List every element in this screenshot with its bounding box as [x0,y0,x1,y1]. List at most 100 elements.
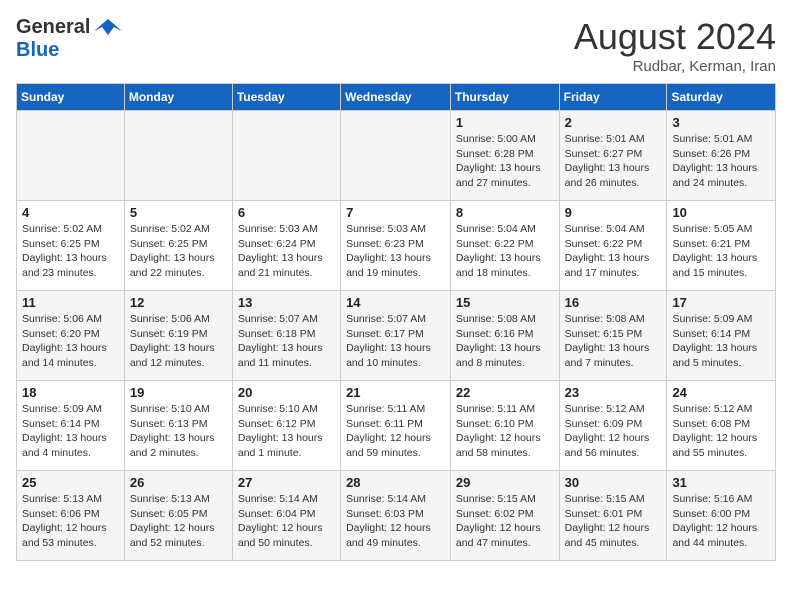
calendar-cell: 21 Sunrise: 5:11 AM Sunset: 6:11 PM Dayli… [341,381,451,471]
day-info: Sunrise: 5:09 AM Sunset: 6:14 PM Dayligh… [22,402,119,461]
day-number: 2 [565,115,662,130]
day-number: 16 [565,295,662,310]
day-info: Sunrise: 5:08 AM Sunset: 6:16 PM Dayligh… [456,312,554,371]
calendar-cell: 3Sunrise: 5:01 AM Sunset: 6:26 PM Daylig… [667,111,776,201]
calendar-cell: 1Sunrise: 5:00 AM Sunset: 6:28 PM Daylig… [450,111,559,201]
day-number: 18 [22,385,119,400]
day-info: Sunrise: 5:10 AM Sunset: 6:13 PM Dayligh… [130,402,227,461]
calendar-cell: 31 Sunrise: 5:16 AM Sunset: 6:00 PM Dayli… [667,471,776,561]
calendar-cell: 19 Sunrise: 5:10 AM Sunset: 6:13 PM Dayli… [124,381,232,471]
calendar-cell: 28Sunrise: 5:14 AM Sunset: 6:03 PM Dayli… [341,471,451,561]
calendar-table: SundayMondayTuesdayWednesdayThursdayFrid… [16,83,776,561]
day-info: Sunrise: 5:09 AM Sunset: 6:14 PM Dayligh… [672,312,770,371]
day-number: 23 [565,385,662,400]
calendar-subtitle: Rudbar, Kerman, Iran [574,58,776,75]
day-number: 19 [130,385,227,400]
header: General Blue August 2024 Rudbar, Kerman,… [16,16,776,75]
day-number: 15 [456,295,554,310]
day-number: 11 [22,295,119,310]
day-info: Sunrise: 5:04 AM Sunset: 6:22 PM Dayligh… [456,222,554,281]
calendar-cell [17,111,125,201]
day-info: Sunrise: 5:02 AM Sunset: 6:25 PM Dayligh… [130,222,227,281]
day-info: Sunrise: 5:08 AM Sunset: 6:15 PM Dayligh… [565,312,662,371]
calendar-cell: 14 Sunrise: 5:07 AM Sunset: 6:17 PM Dayli… [341,291,451,381]
day-info: Sunrise: 5:13 AM Sunset: 6:06 PM Dayligh… [22,492,119,551]
calendar-cell: 4 Sunrise: 5:02 AM Sunset: 6:25 PM Daylig… [17,201,125,291]
weekday-header-monday: Monday [124,84,232,111]
day-info: Sunrise: 5:02 AM Sunset: 6:25 PM Dayligh… [22,222,119,281]
calendar-cell: 29 Sunrise: 5:15 AM Sunset: 6:02 PM Dayli… [450,471,559,561]
day-number: 30 [565,475,662,490]
calendar-cell: 20 Sunrise: 5:10 AM Sunset: 6:12 PM Dayli… [232,381,340,471]
day-info: Sunrise: 5:12 AM Sunset: 6:09 PM Dayligh… [565,402,662,461]
weekday-header-tuesday: Tuesday [232,84,340,111]
day-info: Sunrise: 5:11 AM Sunset: 6:10 PM Dayligh… [456,402,554,461]
day-info: Sunrise: 5:10 AM Sunset: 6:12 PM Dayligh… [238,402,335,461]
calendar-cell: 9 Sunrise: 5:04 AM Sunset: 6:22 PM Daylig… [559,201,667,291]
day-info: Sunrise: 5:06 AM Sunset: 6:20 PM Dayligh… [22,312,119,371]
day-info: Sunrise: 5:05 AM Sunset: 6:21 PM Dayligh… [672,222,770,281]
calendar-week-row: 25 Sunrise: 5:13 AM Sunset: 6:06 PM Dayli… [17,471,776,561]
logo: General Blue [16,16,122,62]
day-info: Sunrise: 5:01 AM Sunset: 6:27 PM Dayligh… [565,132,662,191]
weekday-header-wednesday: Wednesday [341,84,451,111]
day-number: 29 [456,475,554,490]
calendar-cell: 16 Sunrise: 5:08 AM Sunset: 6:15 PM Dayli… [559,291,667,381]
day-number: 9 [565,205,662,220]
day-number: 4 [22,205,119,220]
calendar-cell: 24 Sunrise: 5:12 AM Sunset: 6:08 PM Dayli… [667,381,776,471]
calendar-cell: 12 Sunrise: 5:06 AM Sunset: 6:19 PM Dayli… [124,291,232,381]
calendar-cell: 7 Sunrise: 5:03 AM Sunset: 6:23 PM Daylig… [341,201,451,291]
day-number: 6 [238,205,335,220]
calendar-title: August 2024 [574,16,776,58]
day-number: 25 [22,475,119,490]
day-info: Sunrise: 5:06 AM Sunset: 6:19 PM Dayligh… [130,312,227,371]
day-number: 12 [130,295,227,310]
logo-bird-icon [94,17,122,39]
calendar-week-row: 1Sunrise: 5:00 AM Sunset: 6:28 PM Daylig… [17,111,776,201]
calendar-cell [124,111,232,201]
day-number: 8 [456,205,554,220]
calendar-cell: 15 Sunrise: 5:08 AM Sunset: 6:16 PM Dayli… [450,291,559,381]
day-number: 5 [130,205,227,220]
calendar-cell: 26Sunrise: 5:13 AM Sunset: 6:05 PM Dayli… [124,471,232,561]
day-info: Sunrise: 5:03 AM Sunset: 6:23 PM Dayligh… [346,222,445,281]
day-info: Sunrise: 5:12 AM Sunset: 6:08 PM Dayligh… [672,402,770,461]
calendar-cell: 11 Sunrise: 5:06 AM Sunset: 6:20 PM Dayli… [17,291,125,381]
title-area: August 2024 Rudbar, Kerman, Iran [574,16,776,75]
day-number: 13 [238,295,335,310]
day-number: 20 [238,385,335,400]
day-info: Sunrise: 5:14 AM Sunset: 6:04 PM Dayligh… [238,492,335,551]
day-number: 27 [238,475,335,490]
calendar-cell [341,111,451,201]
weekday-header-friday: Friday [559,84,667,111]
day-info: Sunrise: 5:04 AM Sunset: 6:22 PM Dayligh… [565,222,662,281]
day-number: 7 [346,205,445,220]
day-number: 24 [672,385,770,400]
day-number: 21 [346,385,445,400]
day-number: 28 [346,475,445,490]
calendar-week-row: 11 Sunrise: 5:06 AM Sunset: 6:20 PM Dayli… [17,291,776,381]
weekday-header-saturday: Saturday [667,84,776,111]
calendar-cell: 23 Sunrise: 5:12 AM Sunset: 6:09 PM Dayli… [559,381,667,471]
day-number: 14 [346,295,445,310]
day-info: Sunrise: 5:16 AM Sunset: 6:00 PM Dayligh… [672,492,770,551]
day-number: 31 [672,475,770,490]
day-info: Sunrise: 5:11 AM Sunset: 6:11 PM Dayligh… [346,402,445,461]
calendar-week-row: 4 Sunrise: 5:02 AM Sunset: 6:25 PM Daylig… [17,201,776,291]
calendar-cell: 22Sunrise: 5:11 AM Sunset: 6:10 PM Dayli… [450,381,559,471]
logo-blue-text: Blue [16,39,59,61]
weekday-header-row: SundayMondayTuesdayWednesdayThursdayFrid… [17,84,776,111]
calendar-week-row: 18 Sunrise: 5:09 AM Sunset: 6:14 PM Dayli… [17,381,776,471]
calendar-cell: 17Sunrise: 5:09 AM Sunset: 6:14 PM Dayli… [667,291,776,381]
day-info: Sunrise: 5:07 AM Sunset: 6:17 PM Dayligh… [346,312,445,371]
calendar-cell: 25 Sunrise: 5:13 AM Sunset: 6:06 PM Dayli… [17,471,125,561]
day-number: 1 [456,115,554,130]
calendar-cell: 30Sunrise: 5:15 AM Sunset: 6:01 PM Dayli… [559,471,667,561]
day-info: Sunrise: 5:07 AM Sunset: 6:18 PM Dayligh… [238,312,335,371]
calendar-cell: 2 Sunrise: 5:01 AM Sunset: 6:27 PM Daylig… [559,111,667,201]
calendar-cell: 8 Sunrise: 5:04 AM Sunset: 6:22 PM Daylig… [450,201,559,291]
day-info: Sunrise: 5:15 AM Sunset: 6:02 PM Dayligh… [456,492,554,551]
calendar-cell [232,111,340,201]
calendar-cell: 18 Sunrise: 5:09 AM Sunset: 6:14 PM Dayli… [17,381,125,471]
